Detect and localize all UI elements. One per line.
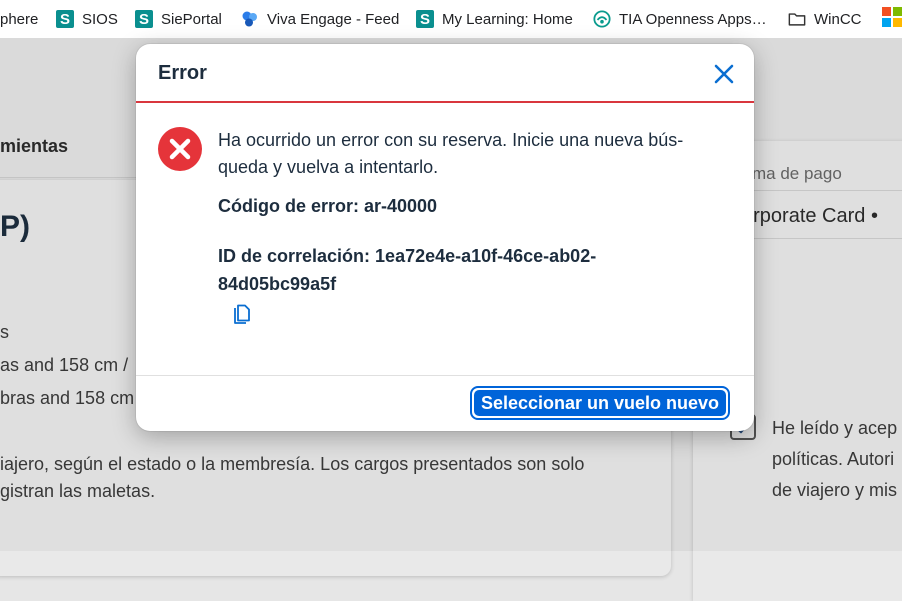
bookmark-sios[interactable]: S SIOS	[56, 0, 118, 38]
bookmark-my-learning[interactable]: S My Learning: Home	[416, 0, 573, 38]
select-new-flight-label: Seleccionar un vuelo nuevo	[474, 390, 726, 416]
my-learning-icon: S	[416, 10, 434, 28]
tia-icon	[593, 10, 611, 28]
sieportal-icon: S	[135, 10, 153, 28]
bookmarks-bar: phere S SIOS S SiePortal Viva Engage - F…	[0, 0, 902, 38]
copy-icon	[234, 304, 250, 324]
bookmark-tia-openness[interactable]: TIA Openness Apps…	[593, 0, 767, 38]
error-code: Código de error: ar-40000	[218, 196, 438, 216]
bookmark-microsoft[interactable]	[882, 0, 902, 38]
bookmark-label: SiePortal	[161, 10, 222, 28]
copy-button[interactable]	[230, 304, 252, 328]
bookmark-wincc[interactable]: WinCC	[788, 0, 862, 38]
close-button[interactable]	[710, 60, 738, 88]
folder-icon	[788, 10, 806, 28]
dialog-title: Error	[158, 62, 207, 84]
microsoft-icon	[882, 7, 902, 31]
bookmark-label: SIOS	[82, 10, 118, 28]
bookmark-label: My Learning: Home	[442, 10, 573, 28]
correlation-id: ID de correlación: 1ea72e4e-a10f-46ce-ab…	[218, 246, 597, 294]
error-icon	[157, 126, 203, 172]
viva-engage-icon	[241, 10, 259, 28]
bookmark-label: TIA Openness Apps…	[619, 10, 767, 28]
dialog-footer-divider	[136, 375, 754, 376]
bookmark-sieportal[interactable]: S SiePortal	[135, 0, 222, 38]
error-dialog: Error Ha ocurrido un error con su reserv…	[136, 44, 754, 431]
bookmark-label: WinCC	[814, 10, 862, 28]
bookmark-label: Viva Engage - Feed	[267, 10, 400, 28]
sios-icon: S	[56, 10, 74, 28]
bookmark-phere[interactable]: phere	[0, 0, 38, 38]
bookmark-viva-engage[interactable]: Viva Engage - Feed	[241, 0, 399, 38]
error-message: Ha ocurrido un error con su reserva. Ini…	[218, 130, 684, 177]
close-icon	[714, 64, 734, 84]
bookmark-label: phere	[0, 10, 39, 28]
dialog-header: Error	[136, 44, 754, 103]
select-new-flight-button[interactable]: Seleccionar un vuelo nuevo	[470, 386, 730, 420]
